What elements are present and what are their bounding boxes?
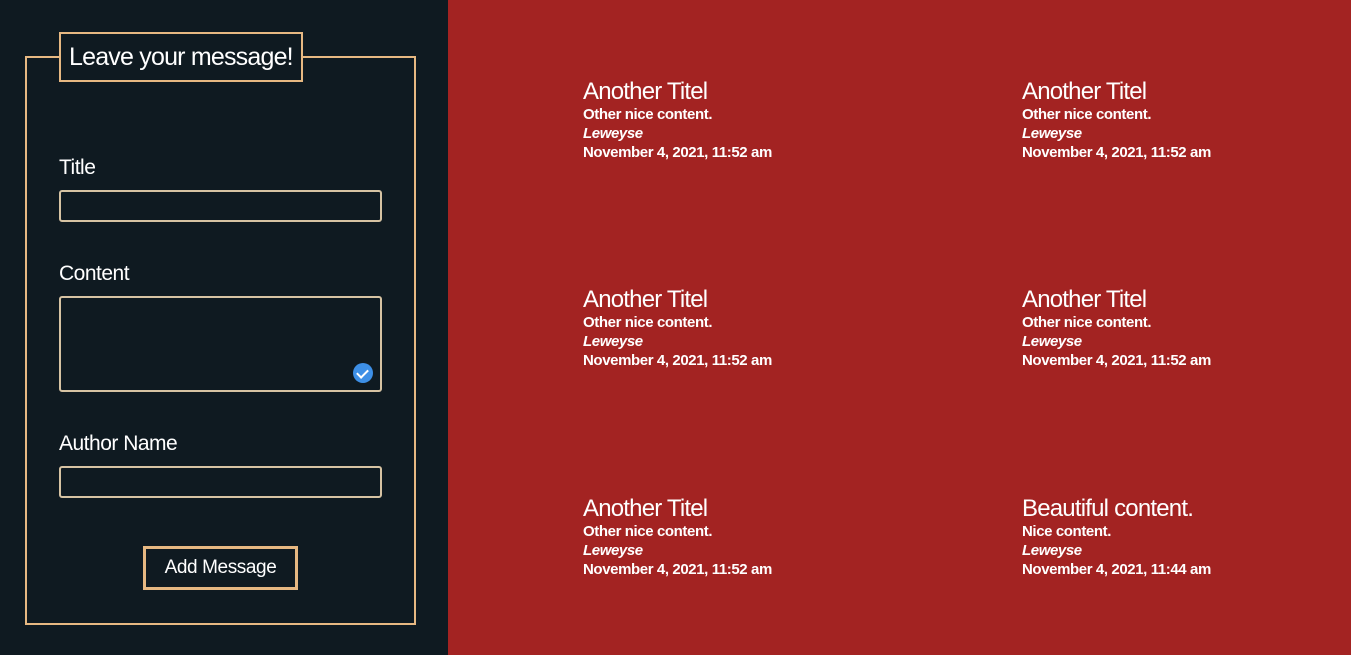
title-label: Title bbox=[59, 156, 96, 179]
form-legend: Leave your message! bbox=[59, 32, 303, 82]
message-title: Beautiful content. bbox=[1022, 495, 1194, 522]
message-card: Another Titel Other nice content. Leweys… bbox=[583, 79, 772, 162]
message-title: Another Titel bbox=[1022, 286, 1147, 313]
message-title: Another Titel bbox=[1022, 78, 1147, 105]
add-message-button[interactable]: Add Message bbox=[143, 546, 298, 590]
message-author: Leweyse bbox=[583, 125, 643, 142]
message-content: Other nice content. bbox=[1022, 314, 1152, 331]
message-card: Another Titel Other nice content. Leweys… bbox=[1022, 79, 1211, 162]
message-author: Leweyse bbox=[1022, 333, 1082, 350]
author-name-input[interactable] bbox=[59, 466, 382, 498]
content-textarea[interactable] bbox=[59, 296, 382, 392]
message-card: Another Titel Other nice content. Leweys… bbox=[583, 287, 772, 370]
message-card: Another Titel Other nice content. Leweys… bbox=[583, 496, 772, 579]
message-content: Other nice content. bbox=[583, 523, 713, 540]
message-date: November 4, 2021, 11:52 am bbox=[583, 144, 772, 161]
message-card: Beautiful content. Nice content. Leweyse… bbox=[1022, 496, 1211, 579]
content-label: Content bbox=[59, 262, 130, 285]
message-date: November 4, 2021, 11:52 am bbox=[1022, 144, 1211, 161]
message-title: Another Titel bbox=[583, 495, 708, 522]
message-author: Leweyse bbox=[583, 542, 643, 559]
message-date: November 4, 2021, 11:52 am bbox=[583, 561, 772, 578]
author-name-label: Author Name bbox=[59, 432, 178, 455]
message-content: Other nice content. bbox=[1022, 106, 1152, 123]
message-date: November 4, 2021, 11:44 am bbox=[1022, 561, 1211, 578]
check-circle-icon bbox=[353, 363, 373, 383]
title-input[interactable] bbox=[59, 190, 382, 222]
messages-panel: Another Titel Other nice content. Leweys… bbox=[448, 0, 1351, 655]
message-date: November 4, 2021, 11:52 am bbox=[583, 352, 772, 369]
message-author: Leweyse bbox=[1022, 542, 1082, 559]
message-card: Another Titel Other nice content. Leweys… bbox=[1022, 287, 1211, 370]
message-author: Leweyse bbox=[1022, 125, 1082, 142]
message-form-panel: Leave your message! Title Content Author… bbox=[0, 0, 448, 655]
message-content: Other nice content. bbox=[583, 106, 713, 123]
message-content: Other nice content. bbox=[583, 314, 713, 331]
message-title: Another Titel bbox=[583, 78, 708, 105]
message-content: Nice content. bbox=[1022, 523, 1111, 540]
message-author: Leweyse bbox=[583, 333, 643, 350]
message-date: November 4, 2021, 11:52 am bbox=[1022, 352, 1211, 369]
message-title: Another Titel bbox=[583, 286, 708, 313]
